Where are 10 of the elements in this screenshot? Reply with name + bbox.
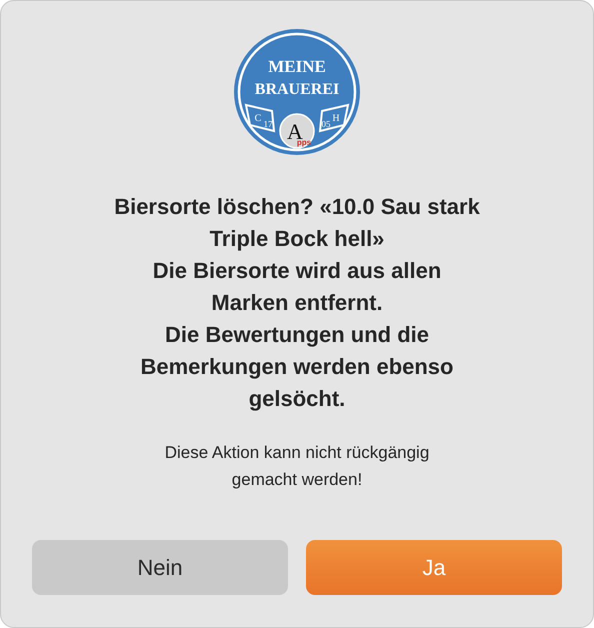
cancel-button[interactable]: Nein <box>32 540 288 595</box>
dialog-title: Die Biersorte wird aus allen <box>152 257 442 285</box>
dialog-title: Bemerkungen werden ebenso <box>140 353 454 381</box>
dialog-title: Triple Bock hell» <box>210 225 384 253</box>
dialog-title: gelsöcht. <box>248 385 346 413</box>
dialog-message: Diese Aktion kann nicht rückgängig <box>164 442 430 464</box>
dialog-title: Marken entfernt. <box>211 289 383 317</box>
dialog-title: Die Bewertungen und die <box>164 321 430 349</box>
dialog-message: gemacht werden! <box>232 469 362 491</box>
dialog-title: Biersorte löschen? «10.0 Sau stark <box>114 193 480 221</box>
